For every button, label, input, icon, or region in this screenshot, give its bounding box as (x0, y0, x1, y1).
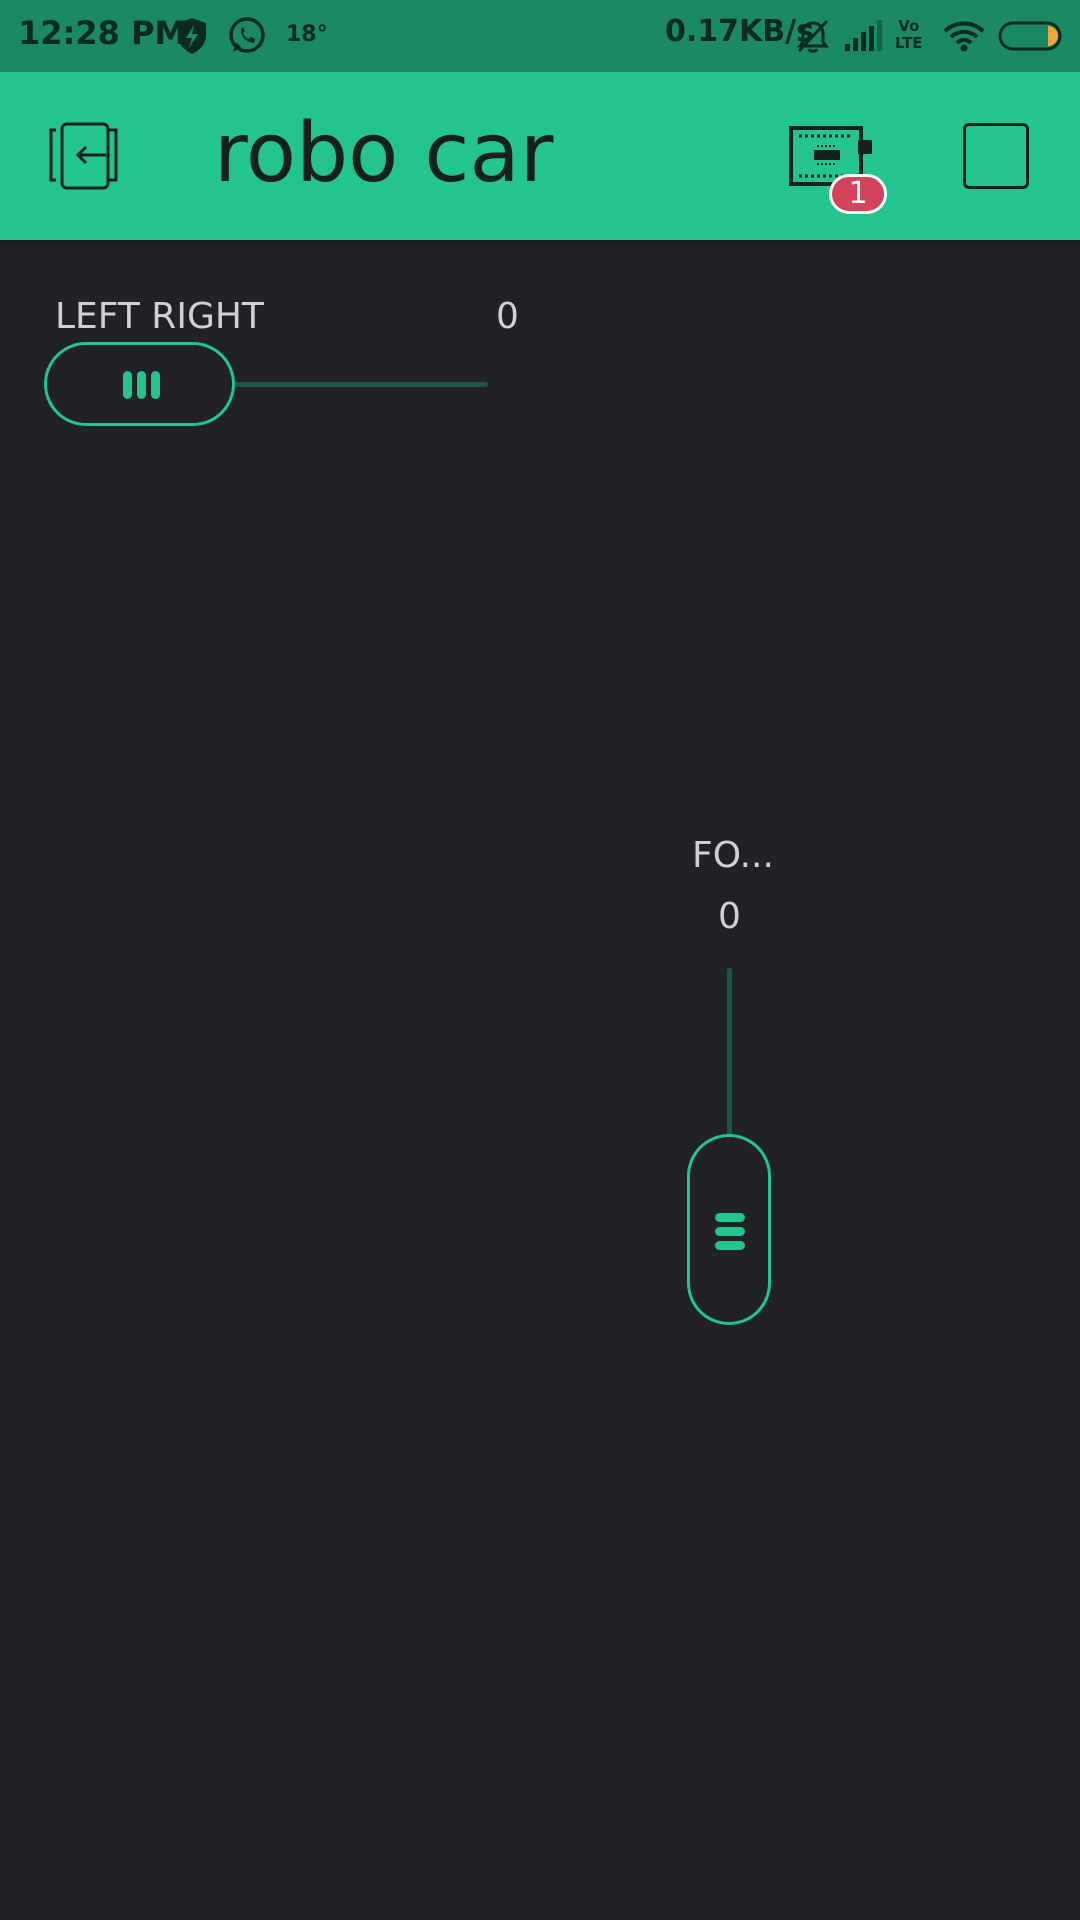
battery-icon (998, 21, 1062, 51)
status-time: 12:28 PM (18, 14, 187, 52)
network-speed: 0.17KB/s (665, 14, 814, 49)
forward-slider-track[interactable] (727, 968, 732, 1138)
whatsapp-icon (229, 17, 265, 53)
forward-value: 0 (718, 896, 741, 937)
left-right-value: 0 (496, 296, 519, 337)
left-right-slider-track[interactable] (230, 382, 488, 387)
grip-icon (137, 371, 146, 399)
exit-icon[interactable] (48, 122, 120, 190)
left-right-label: LEFT RIGHT (55, 296, 264, 337)
stop-button[interactable] (963, 123, 1029, 189)
grip-icon (715, 1213, 745, 1222)
shield-bolt-icon (178, 18, 206, 54)
left-right-slider-handle[interactable] (44, 342, 235, 426)
page-title: robo car (214, 106, 554, 201)
status-temperature: 18° (286, 22, 328, 47)
status-bar: 12:28 PM 18° 0.17KB/s Vo LTE (0, 0, 1080, 72)
volte-bottom-label: LTE (895, 34, 923, 52)
device-count-badge: 1 (829, 174, 887, 214)
mute-bell-icon (797, 19, 829, 53)
signal-icon (845, 20, 882, 51)
app-bar-shadow (0, 240, 1080, 246)
volte-top-label: Vo (898, 17, 920, 35)
forward-slider-handle[interactable] (687, 1134, 771, 1325)
grip-icon (715, 1241, 745, 1250)
volte-icon: Vo LTE (895, 18, 923, 52)
grip-icon (151, 371, 160, 399)
wifi-icon (943, 21, 985, 52)
grip-icon (123, 371, 132, 399)
forward-label: FO... (692, 835, 774, 876)
grip-icon (715, 1227, 745, 1236)
